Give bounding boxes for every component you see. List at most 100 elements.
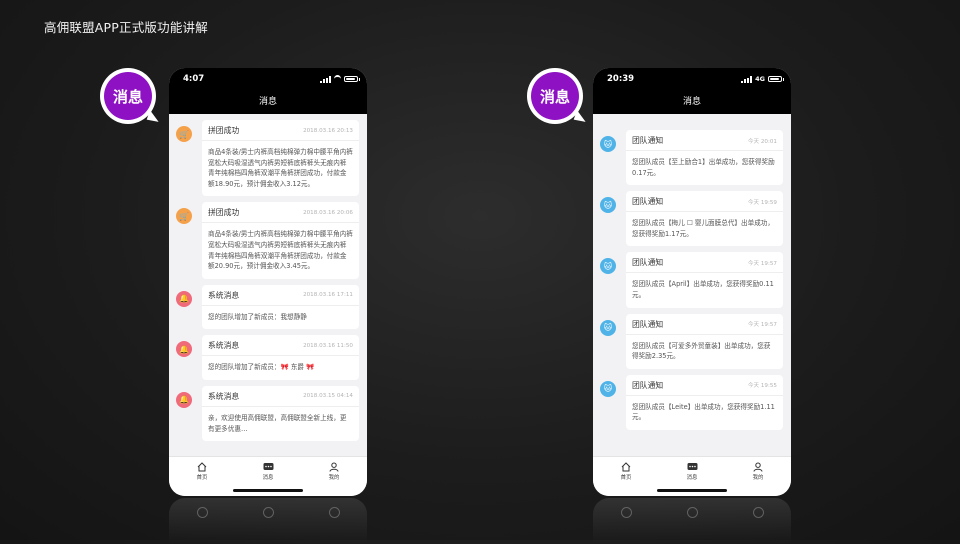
notch — [646, 68, 738, 81]
right-phone-reflection — [593, 498, 791, 544]
tab-label: 我的 — [752, 475, 764, 481]
message-card[interactable]: 系统消息 2018.03.16 17:11 您的团队增加了新成员：我想静静 — [202, 284, 359, 330]
message-body: 您团队成员【梅儿 ☐ 婴儿面膜总代】出单成功，您获得奖励1.17元。 — [632, 219, 774, 238]
list-item[interactable]: 🐱 团队通知 今天 19:57 您团队成员【可爱多外贸童装】出单成功，您获得奖励2… — [593, 308, 791, 369]
status-time: 20:39 — [607, 74, 635, 84]
message-title: 团队通知 — [632, 258, 664, 268]
message-body: 您团队成员【April】出单成功，您获得奖励0.11元。 — [632, 280, 774, 299]
message-card[interactable]: 团队通知 今天 19:57 您团队成员【April】出单成功，您获得奖励0.11元… — [626, 252, 783, 308]
status-bar: 20:39 4G — [593, 68, 791, 90]
tab-label: 首页 — [620, 475, 632, 481]
person-icon — [319, 461, 349, 472]
home-icon — [611, 461, 641, 472]
message-body: 亲，欢迎使用高佣联盟，高佣联盟全新上线，更有更多优惠… — [208, 413, 347, 433]
message-card[interactable]: 系统消息 2018.03.16 11:50 您的团队增加了新成员：🎀 东爵 🎀 — [202, 335, 359, 380]
message-card[interactable]: 拼团成功 2018.03.16 20:06 商品4条装/男士内裤高档纯棉弹力棉中腰… — [202, 202, 359, 279]
nav-title: 消息 — [593, 90, 791, 114]
tab-profile[interactable]: 我的 — [319, 461, 349, 496]
tab-label: 我的 — [328, 475, 340, 481]
message-icon — [677, 461, 707, 472]
left-phone-screen: 4:07 消息 🛒 拼团成功 2018.03.16 20:13 商品4条装/男士内… — [169, 68, 367, 496]
right-phone-screen: 20:39 4G 消息 🐱 团队通知 今天 20:01 您团队成员【至上励合1】出… — [593, 68, 791, 496]
message-title: 团队通知 — [632, 319, 664, 329]
message-time: 今天 19:59 — [747, 199, 777, 206]
message-time: 2018.03.16 20:13 — [303, 127, 353, 134]
message-list[interactable]: 🛒 拼团成功 2018.03.16 20:13 商品4条装/男士内裤高档纯棉弹力棉… — [169, 114, 367, 456]
tab-bar: 首页 消息 我的 — [593, 456, 791, 496]
message-time: 2018.03.15 04:14 — [303, 393, 353, 400]
status-time: 4:07 — [183, 74, 205, 84]
tab-home[interactable]: 首页 — [187, 461, 217, 496]
wifi-icon — [334, 75, 341, 83]
network-type: 4G — [755, 75, 765, 83]
message-badge-label: 消息 — [531, 72, 579, 120]
message-card[interactable]: 团队通知 今天 19:57 您团队成员【可爱多外贸童装】出单成功，您获得奖励2.3… — [626, 313, 783, 369]
cart-icon: 🛒 — [176, 126, 192, 142]
home-indicator — [657, 489, 727, 492]
message-time: 今天 20:01 — [747, 138, 777, 145]
tab-bar: 首页 消息 我的 — [169, 456, 367, 496]
message-time: 今天 19:55 — [747, 383, 777, 390]
message-time: 2018.03.16 20:06 — [303, 209, 353, 216]
list-item[interactable]: 🔔 系统消息 2018.03.16 17:11 您的团队增加了新成员：我想静静 — [169, 279, 367, 330]
battery-icon — [768, 76, 784, 82]
tab-profile[interactable]: 我的 — [743, 461, 773, 496]
message-card[interactable]: 团队通知 今天 20:01 您团队成员【至上励合1】出单成功，您获得奖励0.17元… — [626, 130, 783, 186]
cart-icon: 🛒 — [176, 208, 192, 225]
list-item[interactable]: 🐱 团队通知 今天 20:01 您团队成员【至上励合1】出单成功，您获得奖励0.1… — [593, 124, 791, 186]
message-icon — [253, 461, 283, 472]
bell-icon: 🔔 — [176, 290, 192, 307]
message-body: 您的团队增加了新成员：🎀 东爵 🎀 — [208, 363, 315, 372]
message-title: 拼团成功 — [208, 126, 240, 135]
home-indicator — [233, 489, 303, 492]
list-item[interactable]: 🛒 拼团成功 2018.03.16 20:06 商品4条装/男士内裤高档纯棉弹力棉… — [169, 196, 367, 279]
message-icon — [262, 507, 274, 518]
message-body: 您团队成员【至上励合1】出单成功，您获得奖励0.17元。 — [632, 158, 775, 177]
message-body: 商品4条装/男士内裤高档纯棉弹力棉中腰平角内裤宽松大码吸湿透气内裤男短裤底裤裤头… — [208, 230, 353, 271]
home-icon — [196, 507, 208, 518]
message-body: 您团队成员【可爱多外贸童装】出单成功，您获得奖励2.35元。 — [632, 341, 771, 361]
slide-title: 高佣联盟APP正式版功能讲解 — [44, 20, 208, 35]
message-icon — [686, 507, 698, 518]
list-item[interactable]: 🔔 系统消息 2018.03.16 11:50 您的团队增加了新成员：🎀 东爵 🎀 — [169, 329, 367, 380]
list-item[interactable]: 🔔 系统消息 2018.03.15 04:14 亲，欢迎使用高佣联盟，高佣联盟全新… — [169, 380, 367, 442]
message-title: 系统消息 — [208, 290, 240, 300]
list-item[interactable]: 🐱 团队通知 今天 19:57 您团队成员【April】出单成功，您获得奖励0.1… — [593, 246, 791, 308]
message-title: 系统消息 — [208, 391, 240, 401]
status-bar: 4:07 — [169, 68, 367, 90]
team-icon: 🐱 — [600, 136, 616, 152]
signal-icon — [320, 75, 331, 83]
message-badge: 消息 — [527, 68, 589, 124]
message-body: 商品4条装/男士内裤高档纯棉弹力棉中腰平角内裤宽松大码吸湿透气内裤男短裤底裤裤头… — [208, 148, 353, 188]
home-icon — [620, 507, 632, 518]
home-icon — [187, 461, 217, 472]
message-body: 您的团队增加了新成员：我想静静 — [208, 312, 307, 321]
message-time: 2018.03.16 11:50 — [303, 342, 353, 349]
list-item[interactable]: 🛒 拼团成功 2018.03.16 20:13 商品4条装/男士内裤高档纯棉弹力棉… — [169, 114, 367, 197]
message-list[interactable]: 🐱 团队通知 今天 20:01 您团队成员【至上励合1】出单成功，您获得奖励0.1… — [593, 114, 791, 456]
badge-tail — [146, 110, 162, 124]
message-card[interactable]: 系统消息 2018.03.15 04:14 亲，欢迎使用高佣联盟，高佣联盟全新上线… — [202, 385, 359, 442]
team-icon: 🐱 — [600, 380, 616, 397]
bell-icon: 🔔 — [176, 341, 192, 358]
message-time: 2018.03.16 17:11 — [303, 292, 353, 299]
message-card[interactable]: 拼团成功 2018.03.16 20:13 商品4条装/男士内裤高档纯棉弹力棉中腰… — [202, 120, 359, 197]
message-badge: 消息 — [100, 68, 162, 124]
message-title: 团队通知 — [632, 380, 664, 390]
message-title: 拼团成功 — [208, 208, 240, 218]
message-card[interactable]: 团队通知 今天 19:59 您团队成员【梅儿 ☐ 婴儿面膜总代】出单成功，您获得奖… — [626, 191, 783, 247]
list-item[interactable]: 🐱 团队通知 今天 19:59 您团队成员【梅儿 ☐ 婴儿面膜总代】出单成功，您获… — [593, 185, 791, 247]
person-icon — [743, 461, 773, 472]
message-title: 团队通知 — [632, 136, 664, 145]
list-item[interactable]: 🐱 团队通知 今天 19:55 您团队成员【Leite】出单成功，您获得奖励1.1… — [593, 369, 791, 430]
message-title: 团队通知 — [632, 197, 664, 207]
signal-icon — [741, 75, 753, 83]
tab-home[interactable]: 首页 — [611, 461, 641, 496]
message-body: 您团队成员【Leite】出单成功，您获得奖励1.11元。 — [632, 402, 775, 422]
message-time: 今天 19:57 — [747, 260, 777, 267]
tab-label: 消息 — [686, 475, 698, 481]
message-title: 系统消息 — [208, 341, 240, 351]
tab-label: 首页 — [196, 475, 208, 481]
team-icon: 🐱 — [600, 258, 616, 275]
message-card[interactable]: 团队通知 今天 19:55 您团队成员【Leite】出单成功，您获得奖励1.11元… — [626, 374, 783, 430]
